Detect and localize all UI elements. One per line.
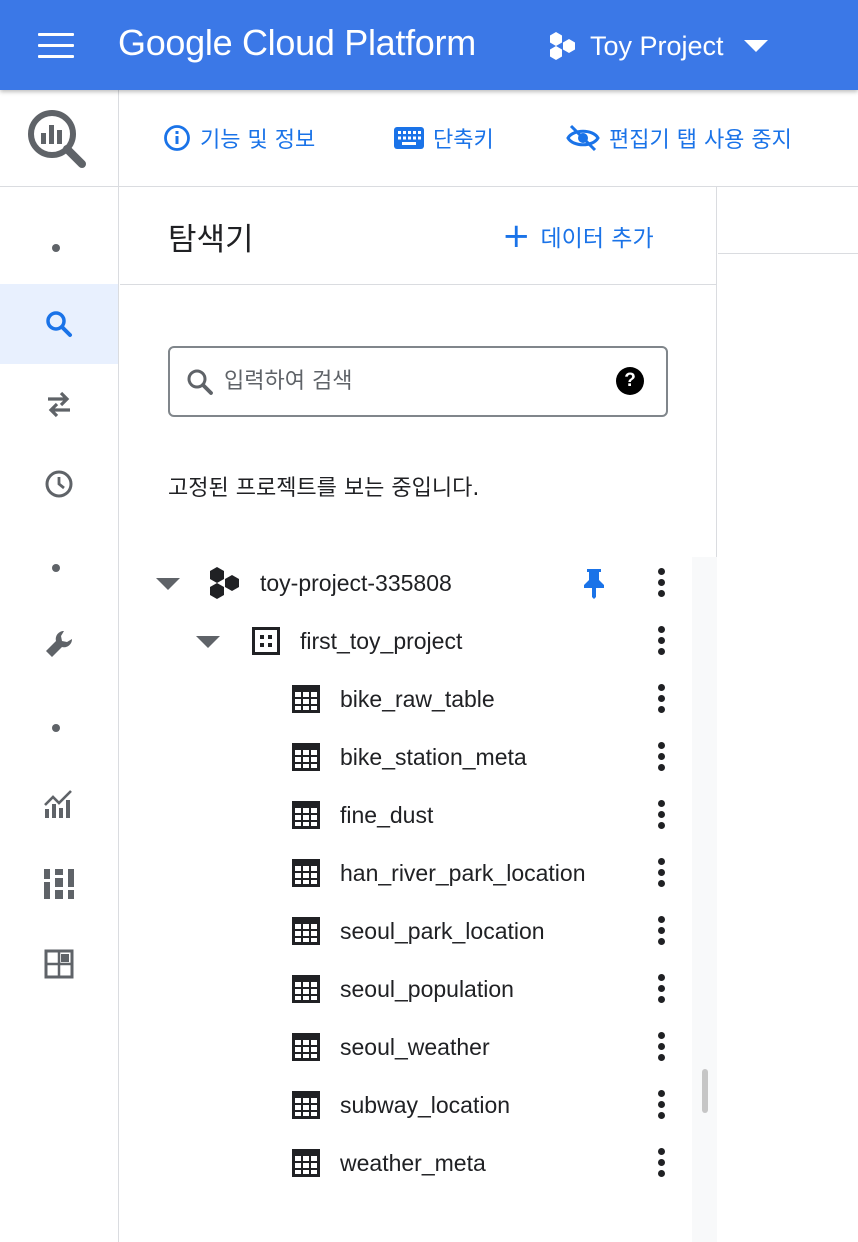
project-hexagons-icon <box>550 32 575 60</box>
top-app-bar: Google Cloud Platform Toy Project <box>0 0 858 90</box>
explorer-scrollbar[interactable] <box>692 557 717 1242</box>
eye-off-icon <box>566 124 600 152</box>
shortcuts-label: 단축키 <box>433 128 494 153</box>
table-label: seoul_park_location <box>340 918 545 944</box>
table-label: subway_location <box>340 1092 511 1118</box>
expand-arrow-icon[interactable] <box>156 578 180 590</box>
search-icon <box>46 311 72 337</box>
table-label: fine_dust <box>340 802 434 828</box>
plus-icon: + <box>502 216 531 256</box>
info-icon <box>164 125 190 151</box>
tree-row-table[interactable]: bike_raw_table <box>120 670 692 728</box>
bigquery-toolbar: 기능 및 정보 단축키 편집기 탭 사용 중지 <box>0 90 858 187</box>
nav-separator-dot <box>52 564 60 572</box>
expand-arrow-icon[interactable] <box>196 636 220 648</box>
editor-pane <box>718 187 858 1242</box>
chevron-down-icon <box>743 40 768 52</box>
nav-item-tools[interactable] <box>0 604 118 684</box>
transfer-icon <box>48 391 70 418</box>
table-label: weather_meta <box>340 1150 486 1176</box>
pin-icon[interactable] <box>582 567 606 599</box>
tree-row-table[interactable]: bike_station_meta <box>120 728 692 786</box>
editor-tab-bar <box>718 187 858 254</box>
add-data-label: 데이터 추가 <box>540 226 654 252</box>
tree-row-table[interactable]: fine_dust <box>120 786 692 844</box>
project-hexagons-icon <box>210 567 239 599</box>
table-label: bike_raw_table <box>340 686 495 712</box>
history-icon <box>45 470 73 498</box>
grid-icon <box>44 949 74 979</box>
more-vert-icon[interactable] <box>652 973 672 1005</box>
more-vert-icon[interactable] <box>652 1089 672 1121</box>
nav-item-analytics[interactable] <box>0 764 118 844</box>
nav-separator-dot <box>52 244 60 252</box>
more-vert-icon[interactable] <box>652 1031 672 1063</box>
table-label: seoul_weather <box>340 1034 490 1060</box>
table-icon <box>292 859 320 887</box>
more-vert-icon[interactable] <box>652 799 672 831</box>
table-icon <box>292 1091 320 1119</box>
explorer-header: 탐색기 + 데이터 추가 <box>120 187 717 285</box>
help-icon[interactable]: ? <box>616 367 644 395</box>
more-vert-icon[interactable] <box>652 625 672 657</box>
table-label: han_river_park_location <box>340 860 586 886</box>
dataset-icon <box>252 627 280 655</box>
keyboard-icon <box>394 127 424 149</box>
wrench-icon <box>46 630 73 657</box>
disable-editor-tabs-label: 편집기 탭 사용 중지 <box>609 128 792 153</box>
table-label: bike_station_meta <box>340 744 527 770</box>
more-vert-icon[interactable] <box>652 915 672 947</box>
explorer-search-input[interactable] <box>224 369 594 394</box>
dataset-label: first_toy_project <box>300 628 463 654</box>
project-id-label: toy-project-335808 <box>260 570 452 596</box>
more-vert-icon[interactable] <box>652 683 672 715</box>
tree-row-project[interactable]: toy-project-335808 <box>120 554 692 612</box>
tree-row-table[interactable]: subway_location <box>120 1076 692 1134</box>
table-label: seoul_population <box>340 976 514 1002</box>
explorer-title: 탐색기 <box>168 222 254 258</box>
table-icon <box>292 975 320 1003</box>
hamburger-menu-icon[interactable] <box>36 30 76 60</box>
nav-item-reports[interactable] <box>0 844 118 924</box>
tree-row-table[interactable]: han_river_park_location <box>120 844 692 902</box>
nav-item-history[interactable] <box>0 444 118 524</box>
bigquery-icon <box>28 110 86 168</box>
explorer-search-box: ? <box>168 346 668 417</box>
add-data-button[interactable]: + 데이터 추가 <box>502 219 654 253</box>
table-icon <box>292 1149 320 1177</box>
dashboard-icon <box>44 869 74 899</box>
more-vert-icon[interactable] <box>652 857 672 889</box>
tree-row-table[interactable]: seoul_weather <box>120 1018 692 1076</box>
table-icon <box>292 801 320 829</box>
project-picker[interactable]: Toy Project <box>548 26 768 66</box>
table-icon <box>292 917 320 945</box>
bigquery-logo[interactable] <box>0 90 119 186</box>
features-info-button[interactable]: 기능 및 정보 <box>163 90 315 186</box>
table-icon <box>292 1033 320 1061</box>
left-nav-rail <box>0 187 119 1242</box>
tree-row-table[interactable]: weather_meta <box>120 1134 692 1192</box>
tree-row-dataset[interactable]: first_toy_project <box>120 612 692 670</box>
shortcuts-button[interactable]: 단축키 <box>394 90 494 186</box>
features-info-label: 기능 및 정보 <box>200 128 316 153</box>
tree-row-table[interactable]: seoul_population <box>120 960 692 1018</box>
more-vert-icon[interactable] <box>652 1147 672 1179</box>
scrollbar-thumb[interactable] <box>702 1069 708 1113</box>
table-icon <box>292 743 320 771</box>
nav-item-dashboards[interactable] <box>0 924 118 1004</box>
search-icon <box>187 369 213 395</box>
more-vert-icon[interactable] <box>652 567 672 599</box>
tree-row-table[interactable]: seoul_park_location <box>120 902 692 960</box>
nav-separator-dot <box>52 724 60 732</box>
nav-item-transfers[interactable] <box>0 364 118 444</box>
disable-editor-tabs-button[interactable]: 편집기 탭 사용 중지 <box>566 90 792 186</box>
project-name: Toy Project <box>590 30 724 61</box>
table-icon <box>292 685 320 713</box>
brand-title[interactable]: Google Cloud Platform <box>118 22 476 64</box>
analytics-icon <box>44 790 72 818</box>
explorer-panel: 탐색기 + 데이터 추가 ? 고정된 프로젝트를 보는 중입니다. toy-pr… <box>120 187 717 1242</box>
nav-item-explorer[interactable] <box>0 284 118 364</box>
more-vert-icon[interactable] <box>652 741 672 773</box>
pinned-projects-message: 고정된 프로젝트를 보는 중입니다. <box>168 476 480 501</box>
